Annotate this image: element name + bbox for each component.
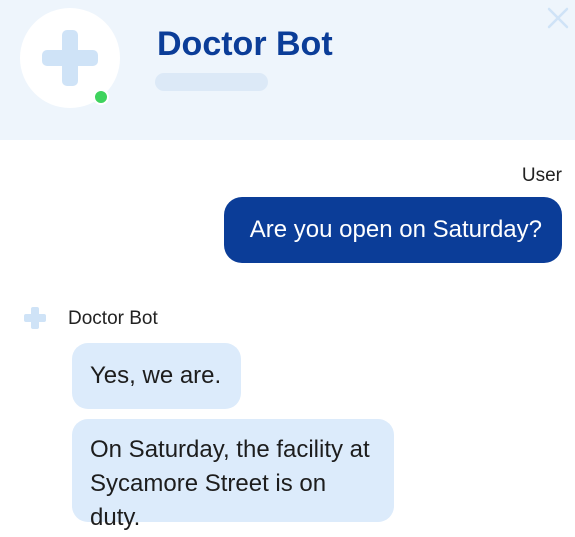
bot-message-bubble: On Saturday, the facility at Sycamore St… xyxy=(72,419,394,531)
close-button[interactable] xyxy=(545,5,571,31)
medical-cross-icon-bar xyxy=(42,50,98,66)
subtitle-placeholder xyxy=(155,73,268,91)
bot-plus-icon xyxy=(24,307,46,329)
bot-plus-icon-horizontal xyxy=(24,314,46,322)
user-message-bubble: Are you open on Saturday? xyxy=(223,197,562,263)
bot-message-bubble: Yes, we are. xyxy=(72,343,242,409)
bot-title: Doctor Bot xyxy=(157,25,333,63)
chat-header: Doctor Bot xyxy=(0,0,575,140)
user-sender-label: User xyxy=(521,165,562,186)
close-icon xyxy=(547,7,569,29)
online-status-indicator xyxy=(93,89,109,105)
bot-sender-label: Doctor Bot xyxy=(68,308,158,329)
